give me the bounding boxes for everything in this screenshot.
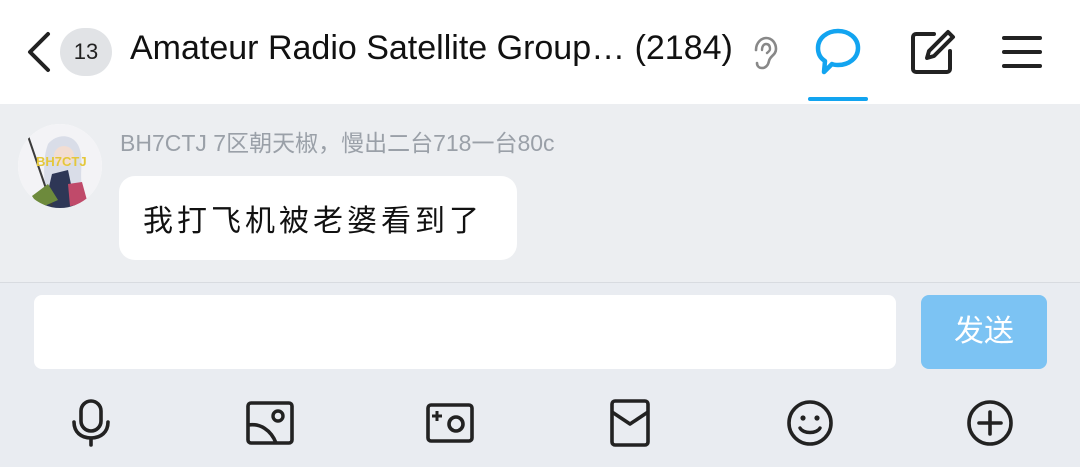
message-text: 我打飞机被老婆看到了 bbox=[143, 204, 483, 239]
composer: 发送 bbox=[0, 283, 1080, 467]
message-input[interactable] bbox=[34, 295, 896, 369]
sender-avatar[interactable]: BH7CTJ bbox=[18, 124, 102, 208]
chat-header: 13 Amateur Radio Satellite Group… (2184) bbox=[0, 0, 1080, 104]
message-bubble[interactable]: 我打飞机被老婆看到了 bbox=[119, 176, 517, 260]
sender-name: BH7CTJ 7区朝天椒，慢出二台718一台80c bbox=[120, 130, 555, 156]
image-icon[interactable] bbox=[245, 398, 295, 448]
red-packet-icon[interactable] bbox=[605, 398, 655, 448]
back-arrow-icon[interactable] bbox=[22, 30, 56, 74]
active-tab-indicator bbox=[808, 97, 868, 101]
ear-icon[interactable] bbox=[750, 36, 778, 70]
message-list[interactable]: BH7CTJ BH7CTJ 7区朝天椒，慢出二台718一台80c 我打飞机被老婆… bbox=[0, 104, 1080, 282]
chat-bubble-icon[interactable] bbox=[812, 26, 864, 78]
group-title[interactable]: Amateur Radio Satellite Group… (2184) bbox=[130, 29, 733, 68]
avatar-callsign-text: BH7CTJ bbox=[36, 154, 87, 169]
unread-count-badge[interactable]: 13 bbox=[60, 28, 112, 76]
edit-icon[interactable] bbox=[908, 28, 956, 76]
camera-icon[interactable] bbox=[425, 398, 475, 448]
microphone-icon[interactable] bbox=[66, 398, 116, 448]
menu-icon[interactable] bbox=[1000, 32, 1044, 72]
emoji-icon[interactable] bbox=[785, 398, 835, 448]
plus-icon[interactable] bbox=[965, 398, 1015, 448]
send-button[interactable]: 发送 bbox=[921, 295, 1047, 369]
